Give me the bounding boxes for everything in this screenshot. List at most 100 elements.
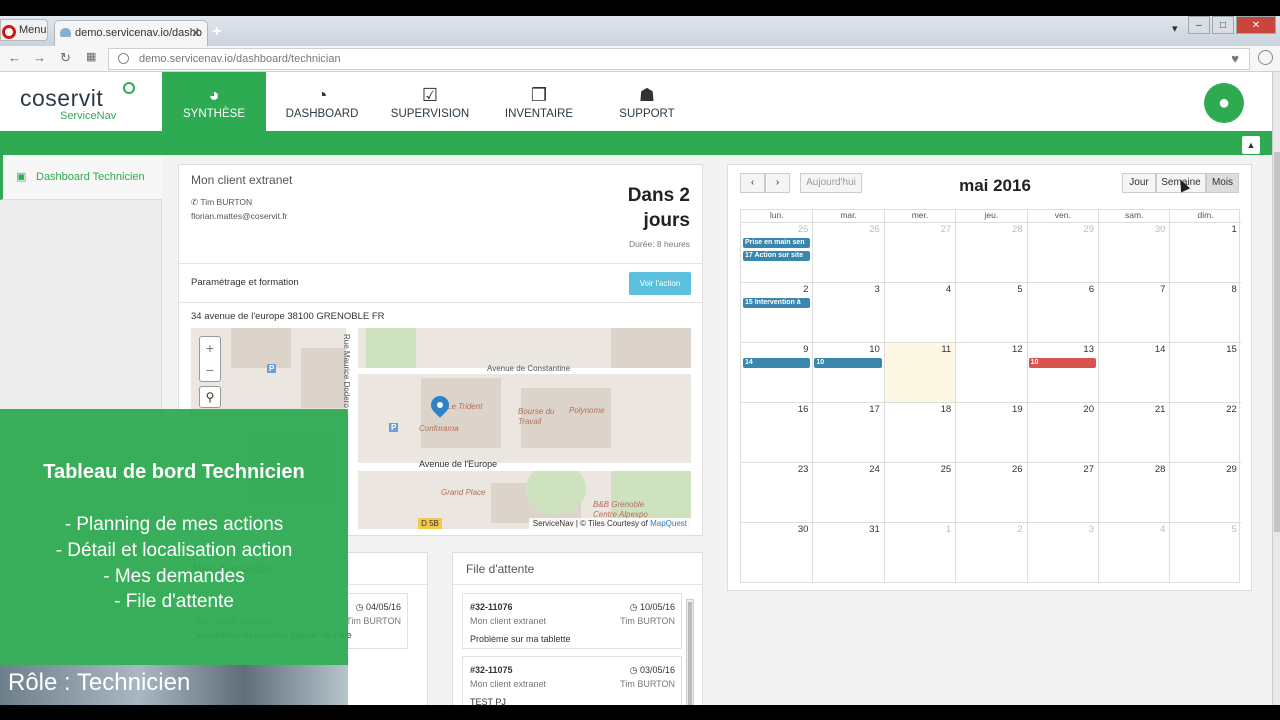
calendar-day-cell[interactable]: 1 [1169,222,1241,282]
collapse-up-icon[interactable]: ▲ [1242,136,1260,154]
calendar-day-cell[interactable]: 14 [1098,342,1170,402]
tab-close-icon[interactable]: ✕ [191,21,201,45]
speed-dial-icon[interactable]: ▦ [86,50,96,63]
role-text: Rôle : Technicien [8,669,191,696]
calendar-day-cell[interactable]: 8 [1169,282,1241,342]
calendar-next-button[interactable]: › [765,173,790,193]
calendar-day-cell[interactable]: 27 [883,222,956,282]
calendar-day-cell[interactable]: 7 [1098,282,1170,342]
view-day-button[interactable]: Jour [1122,173,1156,193]
url-input[interactable]: demo.servicenav.io/dashboard/technician ♥ [108,48,1250,70]
logo[interactable]: coservit ServiceNav [20,82,150,122]
calendar-day-cell[interactable]: 23 [741,462,813,522]
minimize-icon[interactable]: – [1188,16,1210,34]
list-item[interactable]: #32-11076 ◷ 10/05/16 Mon client extranet… [462,593,682,649]
download-icon[interactable] [1258,50,1273,65]
map-label: Grand Place [441,488,486,497]
calendar-event[interactable]: 10 [1028,358,1096,368]
nav-synthese[interactable]: ◕ SYNTHÈSE [162,72,266,131]
list-item[interactable]: #32-11075 ◷ 03/05/16 Mon client extranet… [462,656,682,712]
calendar-day-cell[interactable]: 2 [955,522,1027,582]
calendar-event[interactable]: 17 Action sur site [743,251,811,261]
date-text: 10/05/16 [639,602,675,612]
browser-menu-button[interactable]: Menu [0,19,48,41]
nav-supervision[interactable]: ☑ SUPERVISION [378,72,482,131]
calendar-day-cell[interactable]: 19 [955,402,1027,462]
calendar-event[interactable]: 10 [814,358,882,368]
calendar-event[interactable]: Prise en main sen [743,238,811,248]
calendar-day-cell[interactable]: 30 [741,522,813,582]
calendar-day-cell[interactable]: 26 [955,462,1027,522]
calendar-event[interactable]: 14 [743,358,811,368]
map-label: Avenue de Constantine [487,364,571,373]
calendar-day-cell[interactable]: 13 [1026,342,1098,402]
queue-panel: File d'attente #32-11076 ◷ 10/05/16 Mon … [452,552,703,720]
calendar-day-cell[interactable]: 26 [812,222,884,282]
view-month-button[interactable]: Mois [1206,173,1239,193]
calendar-day-cell[interactable]: 31 [812,522,884,582]
nav-label: DASHBOARD [285,108,359,120]
new-tab-icon[interactable]: + [212,23,221,41]
browser-tab[interactable]: demo.servicenav.io/dashb ✕ [54,20,208,46]
green-subbar [0,131,1272,155]
action-title: Paramétrage et formation [191,277,299,288]
calendar-prev-button[interactable]: ‹ [740,173,765,193]
calendar-day-cell[interactable]: 5 [955,282,1027,342]
calendar-day-cell[interactable]: 21 [1098,402,1170,462]
map-label: Bourse du Travail [518,407,555,426]
calendar-day-cell[interactable]: 20 [1026,402,1098,462]
calendar-day-cell[interactable]: 3 [812,282,884,342]
reload-icon[interactable]: ↻ [60,50,71,66]
calendar-day-cell[interactable]: 4 [883,282,956,342]
map-zoom-control: + − [199,336,221,382]
queue-scrollbar[interactable] [686,599,694,719]
map-locate-button[interactable]: ⚲ [199,386,221,408]
calendar-day-cell[interactable]: 27 [1026,462,1098,522]
calendar-day-cell[interactable]: 24 [812,462,884,522]
app-header: coservit ServiceNav ◕ SYNTHÈSE ◔ DASHBOARD… [0,72,1272,131]
nav-support[interactable]: ☗ SUPPORT [595,72,699,131]
calendar-day-cell[interactable]: 3 [1026,522,1098,582]
maximize-icon[interactable]: □ [1212,16,1234,34]
calendar-day-cell[interactable]: 29 [1026,222,1098,282]
calendar-day-cell[interactable]: 15 [1169,342,1241,402]
calendar-event[interactable]: 15 Intervention à [743,298,811,308]
calendar-day-cell[interactable]: 4 [1098,522,1170,582]
calendar-day-cell[interactable]: 17 [812,402,884,462]
calendar-day-cell[interactable]: 18 [883,402,956,462]
heart-icon[interactable]: ♥ [1231,49,1239,69]
calendar-day-cell[interactable]: 28 [1098,462,1170,522]
calendar-day-cell[interactable]: 10 [812,342,884,402]
calendar-today-button[interactable]: Aujourd'hui [800,173,862,193]
calendar-day-cell[interactable]: 28 [955,222,1027,282]
calendar-day-cell[interactable]: 9 [741,342,813,402]
zoom-in-button[interactable]: + [200,337,220,359]
user-avatar-button[interactable]: ● [1204,83,1244,123]
page-scrollbar[interactable] [1272,72,1280,720]
calendar-day-cell[interactable]: 30 [1098,222,1170,282]
calendar-day-cell[interactable]: 29 [1169,462,1241,522]
zoom-out-button[interactable]: − [200,359,220,381]
sidebar-item-dashboard-technicien[interactable]: ▣ Dashboard Technicien [0,155,162,200]
back-icon[interactable]: ← [8,50,21,65]
calendar-day-cell[interactable]: 6 [1026,282,1098,342]
forward-icon[interactable]: → [33,50,46,65]
calendar-day-cell[interactable]: 5 [1169,522,1241,582]
attribution-link[interactable]: MapQuest [650,519,687,528]
view-action-button[interactable]: Voir l'action [629,272,691,295]
overlay-title: Tableau de bord Technicien [43,461,305,483]
nav-dashboard[interactable]: ◔ DASHBOARD [270,72,374,131]
tab-menu-icon[interactable]: ▾ [1172,22,1178,35]
calendar-day-cell[interactable]: 1 [883,522,956,582]
nav-inventaire[interactable]: ❒ INVENTAIRE [487,72,591,131]
close-window-icon[interactable]: ✕ [1236,16,1276,34]
calendar-day-cell[interactable]: 22 [1169,402,1241,462]
calendar-day-cell[interactable]: 2 [741,282,813,342]
scrollbar-thumb[interactable] [1274,152,1280,532]
calendar-day-cell[interactable]: 12 [955,342,1027,402]
parking-icon: P [267,364,277,373]
calendar-day-cell[interactable]: 16 [741,402,813,462]
contact-name: Tim BURTON [200,197,253,207]
calendar-day-cell[interactable]: 11 [883,342,956,402]
calendar-day-cell[interactable]: 25 [883,462,956,522]
